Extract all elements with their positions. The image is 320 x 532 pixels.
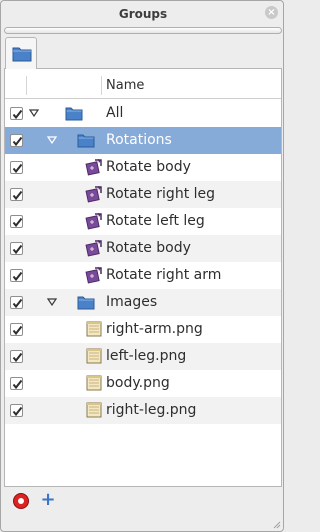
tree-row-label: right-leg.png (106, 402, 197, 418)
tree-row-label: right-arm.png (106, 321, 203, 337)
row-checkbox[interactable] (10, 350, 23, 363)
row-checkbox[interactable] (10, 188, 23, 201)
tree-row-label: Rotate body (106, 240, 191, 256)
row-checkbox[interactable] (10, 269, 23, 282)
image-icon (86, 348, 102, 364)
checkmark-icon (12, 244, 23, 255)
tree-row-label: left-leg.png (106, 348, 187, 364)
expander-icon[interactable] (47, 136, 57, 144)
transform-icon (85, 159, 102, 176)
tree-row[interactable]: Rotate body (5, 154, 281, 181)
row-checkbox[interactable] (10, 323, 23, 336)
tab-groups[interactable] (5, 37, 37, 70)
transform-icon (85, 213, 102, 230)
row-checkbox[interactable] (10, 161, 23, 174)
folder-icon (65, 107, 83, 121)
resize-grip-icon[interactable] (273, 521, 281, 529)
tree-row-label: Rotations (106, 132, 172, 148)
panel-title: Groups (118, 7, 168, 21)
folder-icon (12, 47, 32, 62)
add-icon[interactable]: + (39, 491, 57, 509)
tree-row[interactable]: Rotate right arm (5, 262, 281, 289)
folder-icon (77, 296, 95, 310)
row-checkbox[interactable] (10, 404, 23, 417)
row-checkbox[interactable] (10, 242, 23, 255)
expander-icon[interactable] (47, 298, 57, 306)
tree-row[interactable]: Rotate right leg (5, 181, 281, 208)
tree-row[interactable]: right-leg.png (5, 397, 281, 424)
transform-icon (85, 186, 102, 203)
checkmark-icon (12, 190, 23, 201)
tree-row-label: Rotate left leg (106, 213, 205, 229)
bottom-toolbar: + (4, 487, 282, 517)
groups-panel-window: Groups × Name All Rotations Rotate body Rot… (0, 0, 284, 532)
row-checkbox[interactable] (10, 215, 23, 228)
tree-row-label: Rotate body (106, 159, 191, 175)
row-checkbox[interactable] (10, 107, 23, 120)
checkmark-icon (12, 163, 23, 174)
checkmark-icon (12, 379, 23, 390)
tree-row[interactable]: left-leg.png (5, 343, 281, 370)
checkmark-icon (12, 136, 23, 147)
tree-row[interactable]: Rotate body (5, 235, 281, 262)
transform-icon (85, 240, 102, 257)
checkmark-icon (12, 352, 23, 363)
tree-row-label: Rotate right leg (106, 186, 216, 202)
row-checkbox[interactable] (10, 296, 23, 309)
checkmark-icon (12, 298, 23, 309)
tree-row-label: body.png (106, 375, 170, 391)
checkmark-icon (12, 325, 23, 336)
tree-row[interactable]: body.png (5, 370, 281, 397)
checkmark-icon (12, 217, 23, 228)
tree-row[interactable]: Rotate left leg (5, 208, 281, 235)
tree-header: Name (5, 72, 281, 99)
image-icon (86, 375, 102, 391)
tree-row[interactable]: All (5, 100, 281, 127)
transform-icon (85, 267, 102, 284)
folder-icon (77, 134, 95, 148)
tree-row[interactable]: Rotations (5, 127, 281, 154)
close-icon[interactable]: × (265, 6, 278, 19)
checkmark-icon (12, 406, 23, 417)
header-separator (26, 76, 27, 95)
checkmark-icon (12, 271, 23, 282)
row-checkbox[interactable] (10, 377, 23, 390)
image-icon (86, 321, 102, 337)
tree-row-label: Rotate right arm (106, 267, 222, 283)
column-header-name[interactable]: Name (106, 72, 144, 99)
checkmark-icon (12, 109, 23, 120)
image-icon (86, 402, 102, 418)
header-separator (101, 76, 102, 95)
tree-rows: All Rotations Rotate body Rotate right leg R… (5, 100, 281, 424)
tree-row-label: Images (106, 294, 158, 310)
expander-icon[interactable] (29, 109, 39, 117)
tree-row[interactable]: right-arm.png (5, 316, 281, 343)
tree-row-label: All (106, 105, 124, 121)
groups-tree-view[interactable]: Name All Rotations Rotate body Rotate right… (4, 69, 282, 487)
panel-drag-handle[interactable] (4, 27, 282, 34)
tree-row[interactable]: Images (5, 289, 281, 316)
tab-bar (4, 37, 282, 70)
remove-icon[interactable] (13, 493, 29, 509)
row-checkbox[interactable] (10, 134, 23, 147)
